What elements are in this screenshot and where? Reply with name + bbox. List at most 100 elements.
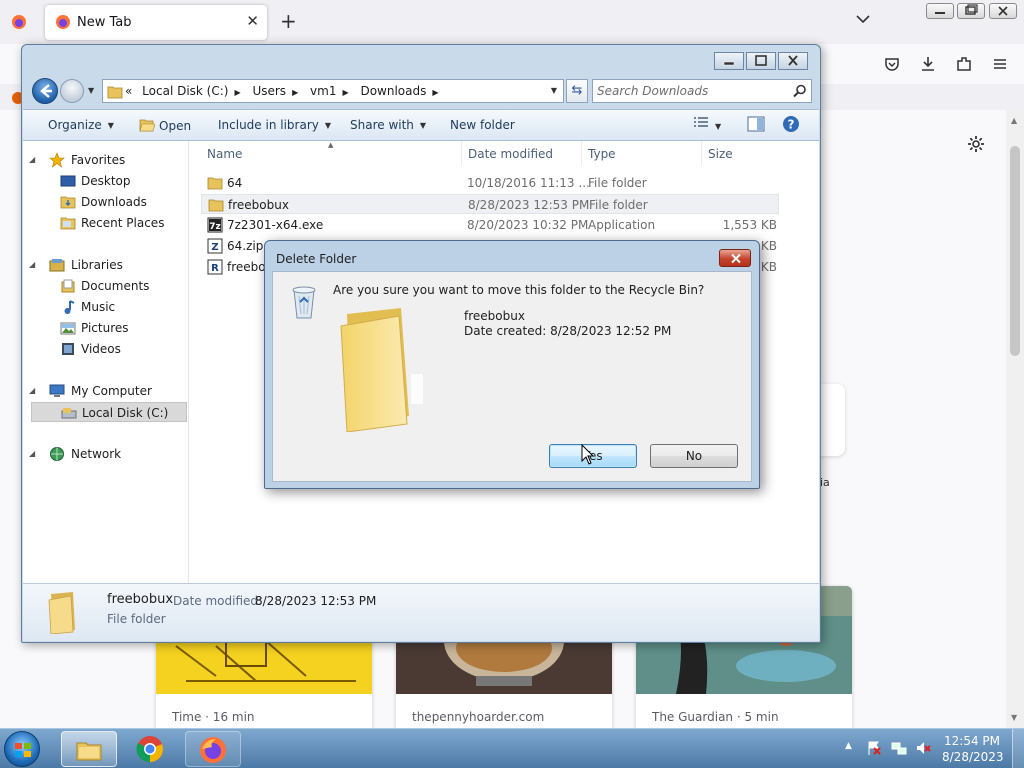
preview-pane-button[interactable] [747, 116, 765, 135]
firefox-minimize-button[interactable] [926, 3, 954, 19]
taskbar-explorer-button[interactable] [61, 731, 117, 767]
details-pane: freebobux Date modified: 8/28/2023 12:53… [23, 583, 819, 641]
taskbar-firefox-button[interactable] [185, 731, 241, 767]
close-icon [731, 253, 741, 264]
breadcrumb-separator-icon[interactable]: ▶ [234, 88, 240, 97]
search-box[interactable] [592, 79, 812, 103]
maximize-button[interactable] [746, 52, 776, 70]
mouse-cursor-icon [581, 444, 595, 465]
include-in-library-button[interactable]: Include in library ▼ [218, 118, 331, 132]
network-icon[interactable] [891, 740, 907, 756]
folder-icon [107, 86, 123, 99]
star-icon [49, 152, 65, 168]
expand-favorites-icon[interactable]: ◢ [29, 155, 35, 164]
organize-button[interactable]: Organize ▼ [48, 118, 114, 132]
svg-text:R: R [211, 263, 219, 274]
table-row[interactable]: 7z 7z2301-x64.exe 8/20/2023 10:32 PM App… [201, 215, 779, 235]
volume-muted-icon[interactable] [915, 740, 931, 756]
chrome-icon [136, 736, 163, 763]
breadcrumb-vm1[interactable]: vm1 [310, 84, 336, 98]
nav-pictures[interactable]: Pictures [55, 318, 183, 338]
expand-libraries-icon[interactable]: ◢ [29, 260, 35, 269]
nav-music[interactable]: Music [55, 297, 183, 317]
tab-close-icon[interactable]: ✕ [246, 12, 259, 30]
dialog-close-button[interactable] [719, 249, 751, 267]
table-row[interactable]: 64 10/18/2016 11:13 ... File folder [201, 173, 779, 193]
column-divider[interactable] [701, 141, 702, 165]
nav-my-computer[interactable]: My Computer [43, 381, 183, 401]
new-folder-button[interactable]: New folder [450, 118, 515, 132]
column-header-size[interactable]: Size [708, 147, 733, 161]
firefox-restore-button[interactable] [957, 3, 985, 19]
refresh-button[interactable]: ⇆ [566, 79, 588, 103]
hard-drive-icon [61, 408, 77, 419]
scrollbar-thumb[interactable] [1010, 146, 1020, 356]
column-divider[interactable] [461, 141, 462, 165]
change-view-button[interactable]: ▼ [693, 116, 721, 133]
window-caption-buttons [714, 52, 810, 70]
preview-pane-icon [747, 116, 765, 132]
gear-icon[interactable] [966, 134, 986, 154]
folder-large-icon [48, 592, 75, 634]
expand-my-computer-icon[interactable]: ◢ [29, 386, 35, 395]
breadcrumb-downloads[interactable]: Downloads [360, 84, 426, 98]
nav-favorites[interactable]: Favorites [43, 150, 183, 170]
nav-recent-places[interactable]: Recent Places [55, 213, 183, 233]
table-row[interactable]: freebobux 8/28/2023 12:53 PM File folder [201, 194, 779, 214]
taskbar-chrome-button[interactable] [123, 731, 179, 767]
column-header-name[interactable]: Name [207, 147, 242, 161]
nav-documents[interactable]: Documents [55, 276, 183, 296]
back-button[interactable] [32, 78, 58, 104]
downloads-icon[interactable] [919, 55, 937, 73]
page-scrollbar[interactable]: ▲ ▼ [1006, 110, 1024, 728]
close-button[interactable] [778, 52, 808, 70]
include-dropdown-icon: ▼ [324, 121, 332, 130]
breadcrumb-separator-icon[interactable]: ▶ [292, 88, 298, 97]
address-history-dropdown-icon[interactable]: ▼ [551, 86, 557, 95]
taskbar-clock[interactable]: 12:54 PM 8/28/2023 [942, 733, 1004, 765]
new-tab-button[interactable]: + [280, 9, 297, 33]
view-dropdown-icon: ▼ [715, 122, 722, 131]
breadcrumb-users[interactable]: Users [252, 84, 286, 98]
breadcrumb-overflow[interactable]: « [125, 84, 132, 98]
open-button[interactable]: Open [139, 118, 191, 133]
search-icon[interactable] [793, 84, 807, 98]
help-button[interactable]: ? [782, 115, 800, 136]
breadcrumb-separator-icon[interactable]: ▶ [342, 88, 348, 97]
firefox-close-button[interactable] [989, 3, 1017, 19]
extensions-icon[interactable] [955, 55, 973, 73]
menu-hamburger-icon[interactable] [991, 55, 1009, 73]
column-header-type[interactable]: Type [588, 147, 616, 161]
start-button[interactable] [4, 731, 40, 767]
nav-network[interactable]: Network [43, 444, 183, 464]
nav-local-disk[interactable]: Local Disk (C:) [31, 402, 187, 422]
pocket-icon[interactable] [883, 55, 901, 73]
forward-button[interactable] [60, 79, 84, 103]
show-desktop-button[interactable] [1012, 729, 1024, 768]
search-input[interactable] [597, 83, 787, 99]
dialog-item-name: freebobux [464, 309, 525, 323]
action-center-flag-icon[interactable] [866, 740, 882, 756]
tab-new-tab[interactable]: New Tab ✕ [45, 5, 267, 40]
column-divider[interactable] [581, 141, 582, 165]
breadcrumb-separator-icon[interactable]: ▶ [432, 88, 438, 97]
organize-dropdown-icon: ▼ [107, 121, 114, 130]
details-item-name: freebobux [107, 592, 174, 607]
show-hidden-icons-icon[interactable]: ▲ [845, 741, 852, 751]
column-header-date-modified[interactable]: Date modified [468, 147, 553, 161]
nav-desktop[interactable]: Desktop [55, 171, 183, 191]
nav-libraries[interactable]: Libraries [43, 255, 183, 275]
minimize-button[interactable] [714, 52, 744, 70]
recent-pages-dropdown-icon[interactable]: ▼ [88, 86, 94, 95]
nav-downloads[interactable]: Downloads [55, 192, 183, 212]
expand-network-icon[interactable]: ◢ [29, 449, 35, 458]
list-all-tabs-chevron-icon[interactable] [855, 11, 871, 27]
scroll-up-arrow-icon[interactable]: ▲ [1011, 116, 1017, 125]
address-bar[interactable]: « Local Disk (C:) ▶ Users ▶ vm1 ▶ Downloads… [102, 79, 564, 103]
share-with-button[interactable]: Share with ▼ [350, 118, 426, 132]
nav-videos[interactable]: Videos [55, 339, 183, 359]
dialog-title: Delete Folder [276, 252, 357, 266]
scroll-down-arrow-icon[interactable]: ▼ [1011, 713, 1017, 722]
breadcrumb-local-disk[interactable]: Local Disk (C:) [142, 84, 228, 98]
no-button[interactable]: No [650, 444, 738, 468]
